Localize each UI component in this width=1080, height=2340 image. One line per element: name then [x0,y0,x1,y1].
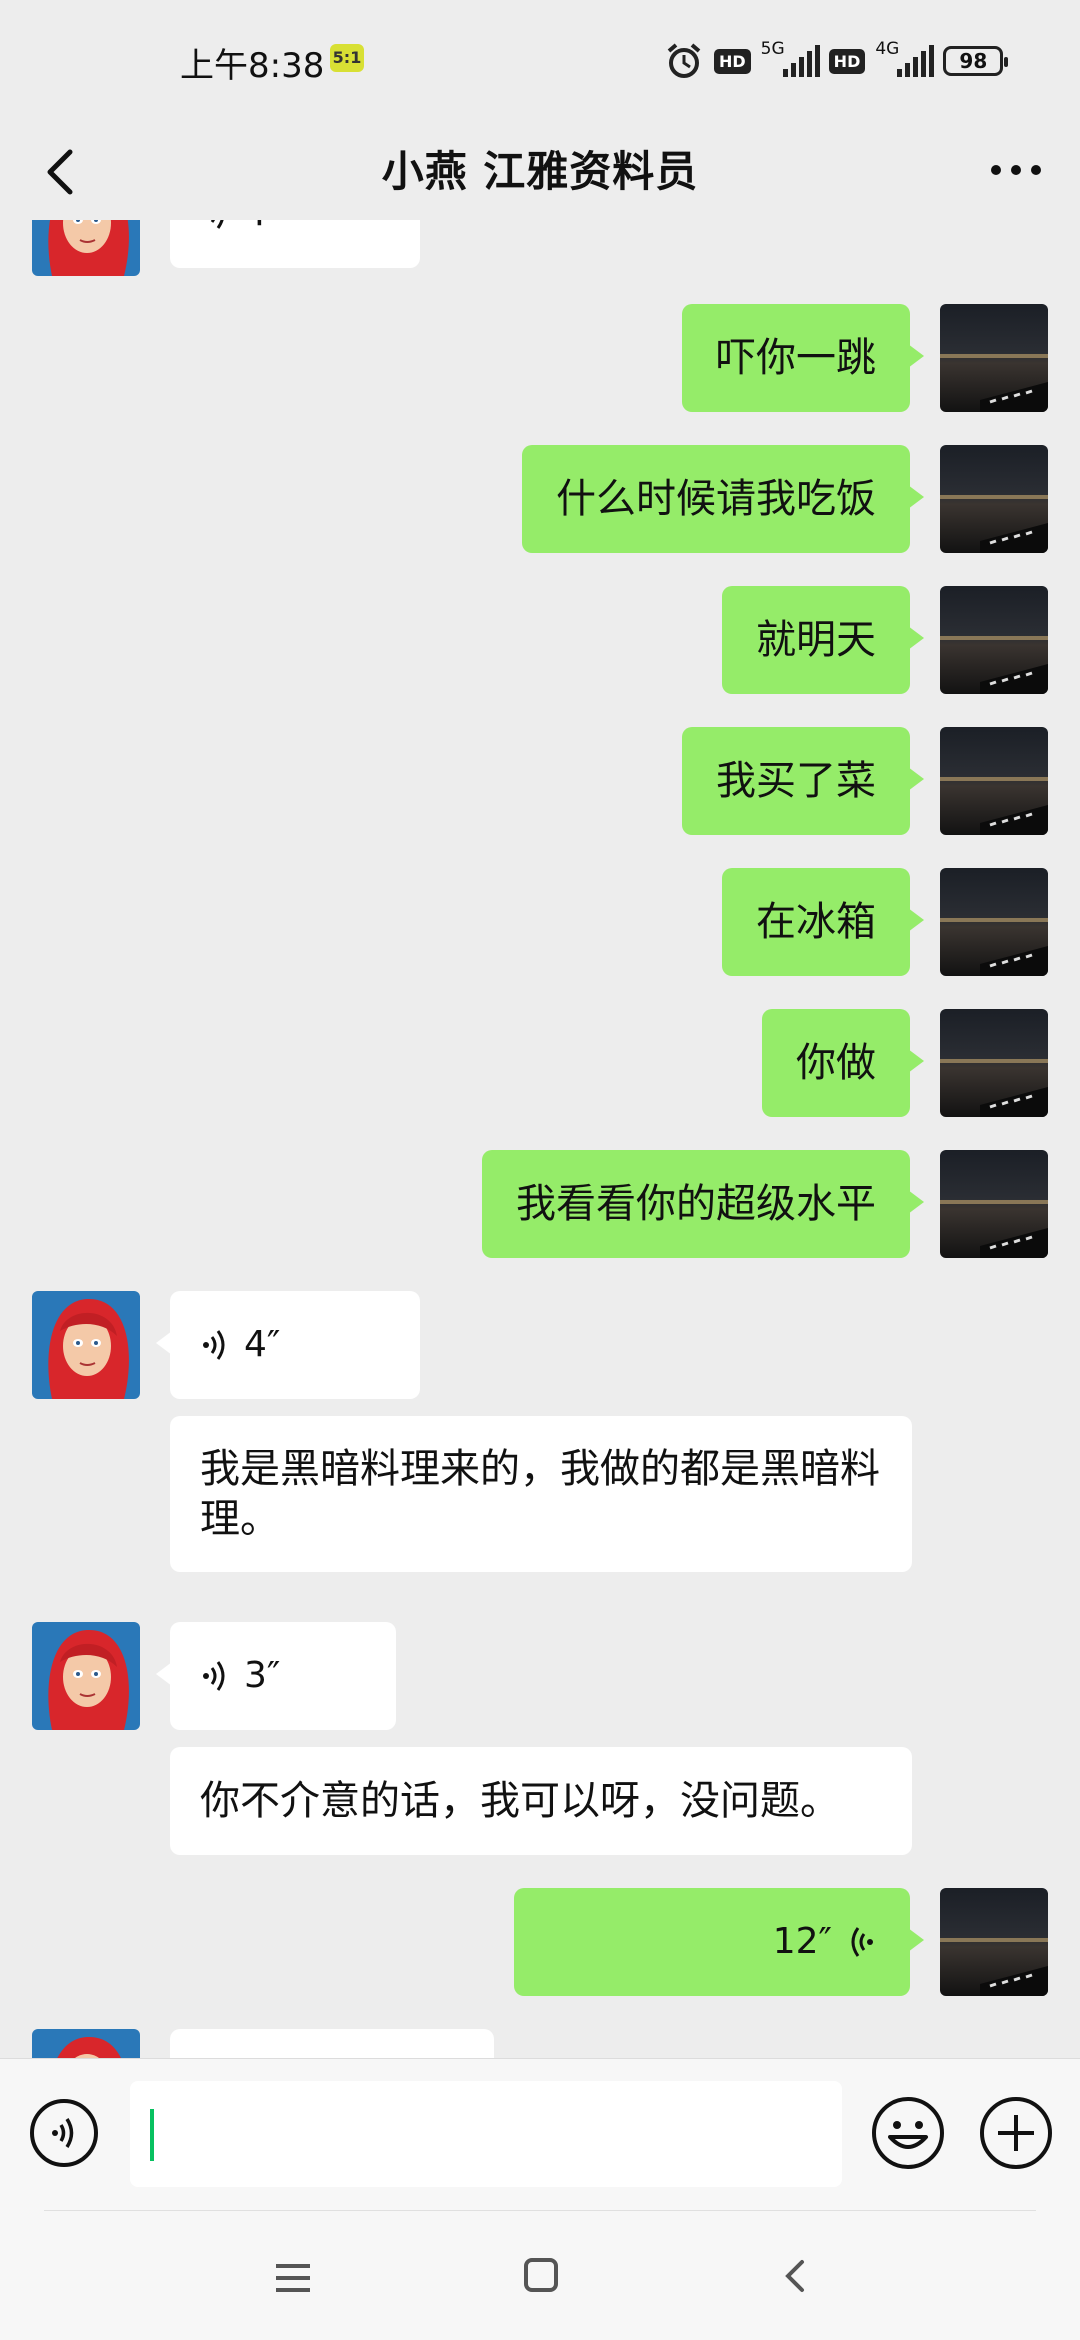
page-title: 小燕 江雅资料员 [381,147,699,196]
plus-icon[interactable] [978,2095,1054,2171]
status-time: 上午8:38 [180,46,325,86]
avatar-contact[interactable] [32,1291,140,1399]
voice-wave-icon [851,1927,873,1957]
avatar-self[interactable] [940,868,1048,976]
message-list[interactable]: 4″ 吓你一跳 什么时候请我吃饭 就明天 我买了菜 在冰箱 你做 [0,220,1080,2058]
emoji-icon[interactable] [870,2095,946,2171]
message-row: 4″ [0,220,1080,280]
voice-duration: 12″ [772,1921,832,1962]
avatar-self[interactable] [940,1150,1048,1258]
avatar-contact[interactable] [32,220,140,276]
input-bar [0,2058,1080,2211]
voice-wave-icon [210,220,224,229]
message-row: 我看看你的超级水平 [0,1150,1080,1258]
signal-4g-icon: 4G [875,39,935,83]
chat-header: 小燕 江雅资料员 [0,120,1080,220]
voice-duration: 3″ [244,1655,281,1696]
message-row: 就明天 [0,586,1080,694]
voice-message[interactable]: 4″ [156,1291,420,1399]
avatar-self[interactable] [940,445,1048,553]
avatar-self[interactable] [940,727,1048,835]
voice-duration: 4″ [244,220,280,239]
message-row: 3″ [0,1622,1080,1730]
status-bar: 上午8:38 5:1 HD 5G HD 4G 98 [0,0,1080,120]
voice-wave-icon [203,1661,225,1691]
message-row: 你做 [0,1009,1080,1117]
message-bubble[interactable]: 就明天 [722,586,924,694]
system-nav-bar [0,2210,1080,2340]
message-bubble[interactable]: 我是黑暗料理来的，我做的都是黑暗料理。 [170,1416,912,1572]
avatar-contact[interactable] [32,1622,140,1730]
home-icon[interactable] [522,2256,560,2294]
alarm-icon [667,43,701,78]
divider [44,2210,1036,2211]
avatar-self[interactable] [940,1888,1048,1996]
battery-icon: 98 [943,46,1009,76]
message-row: 我是黑暗料理来的，我做的都是黑暗料理。 [0,1416,1080,1592]
message-row: 我买了菜 [0,727,1080,835]
message-row: 吓你一跳 [0,304,1080,412]
menu-icon[interactable] [270,2258,316,2298]
message-row: 4″ [0,1291,1080,1399]
message-bubble[interactable]: 我买了菜 [682,727,924,835]
avatar-contact[interactable] [32,2029,140,2058]
avatar-self[interactable] [940,1009,1048,1117]
message-row: 12″ [0,1888,1080,1996]
message-row: 在冰箱 [0,868,1080,976]
hd-badge: HD [714,48,751,74]
voice-message[interactable]: 4″ [170,220,420,268]
message-bubble[interactable]: 在冰箱 [722,868,924,976]
message-input[interactable] [130,2081,842,2187]
message-row: 什么时候请我吃饭 [0,445,1080,553]
message-row [0,2029,1080,2058]
message-bubble[interactable]: 你不介意的话，我可以呀，没问题。 [170,1747,912,1855]
status-icons: HD 5G HD 4G 98 [664,36,1009,86]
message-row: 你不介意的话，我可以呀，没问题。 [0,1747,1080,1855]
sim-badge: 5:1 [330,44,364,72]
voice-message[interactable]: 12″ [514,1888,924,1996]
message-bubble[interactable]: 你做 [762,1009,924,1117]
avatar-self[interactable] [940,586,1048,694]
avatar-self[interactable] [940,304,1048,412]
hd-badge-2: HD [828,48,866,74]
signal-5g-icon: 5G [760,39,820,83]
back-icon[interactable] [780,2256,810,2296]
more-dots-icon[interactable] [986,150,1046,190]
voice-wave-icon [203,1330,225,1360]
network-4g-label: 4G [875,39,900,59]
voice-toggle-icon[interactable] [28,2097,100,2169]
voice-duration: 4″ [244,1324,281,1365]
message-bubble[interactable] [170,2029,494,2058]
message-bubble[interactable]: 我看看你的超级水平 [482,1150,924,1258]
message-bubble[interactable]: 吓你一跳 [682,304,924,412]
message-bubble[interactable]: 什么时候请我吃饭 [522,445,924,553]
network-5g-label: 5G [760,39,785,59]
voice-message[interactable]: 3″ [156,1622,396,1730]
text-cursor [150,2109,154,2161]
